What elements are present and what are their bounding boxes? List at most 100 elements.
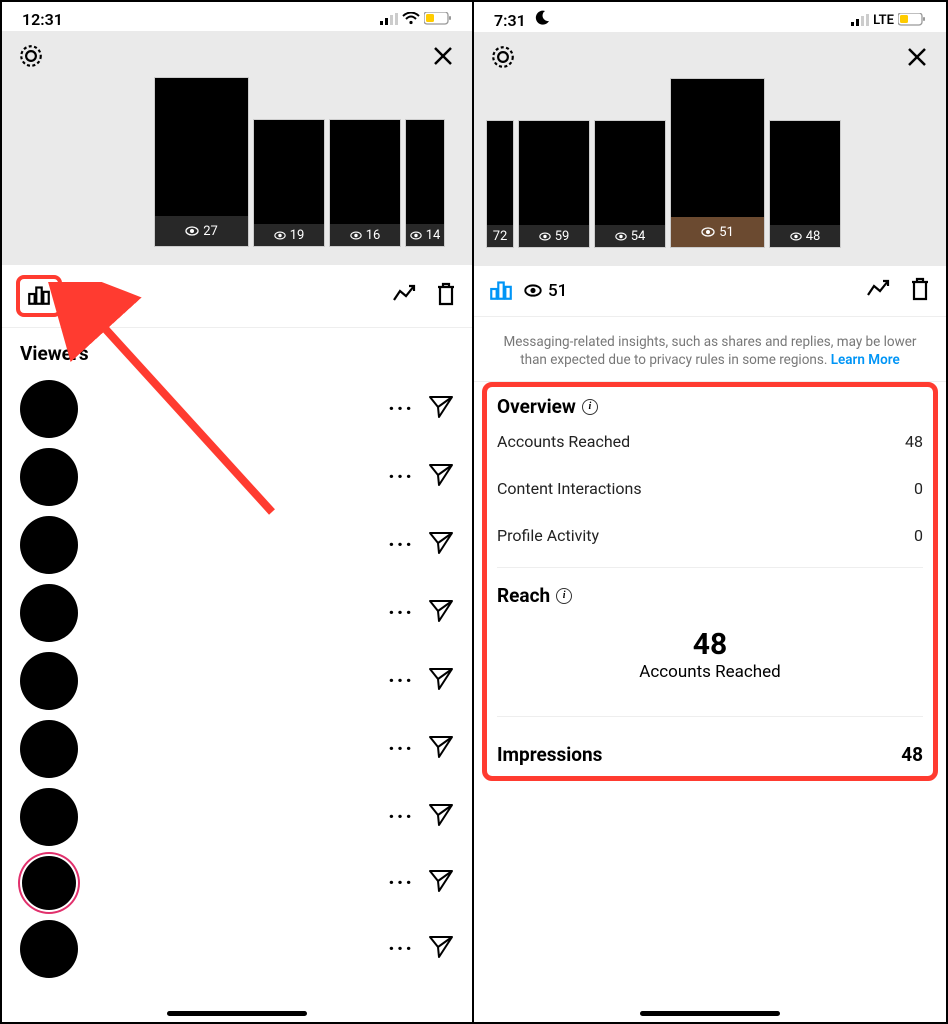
story-thumbnail[interactable]: 51 [670,78,765,248]
metric-content-interactions[interactable]: Content Interactions 0 [497,465,923,512]
story-thumbnail[interactable]: 19 [253,119,325,247]
insights-chart-icon[interactable] [488,276,514,306]
avatar[interactable] [20,448,78,506]
story-thumbnail[interactable]: 48 [769,120,841,248]
viewer-row[interactable]: ··· [20,647,454,715]
insights-chart-icon[interactable] [26,281,52,311]
stories-strip[interactable]: 72 59 54 51 48 [474,72,946,266]
send-icon[interactable] [428,531,454,559]
status-bar: 7:31 LTE [474,2,946,32]
send-icon[interactable] [428,869,454,897]
reach-summary: 48 Accounts Reached [497,607,923,686]
status-bar: 12:31 [2,2,472,31]
avatar[interactable] [22,856,76,910]
battery-icon [898,11,926,30]
viewer-row[interactable]: ··· [20,579,454,647]
viewer-row[interactable]: ··· [20,511,454,579]
promote-icon[interactable] [392,283,418,309]
more-icon[interactable]: ··· [388,397,414,422]
eye-icon [790,232,802,241]
avatar[interactable] [20,584,78,642]
send-icon[interactable] [428,463,454,491]
settings-icon[interactable] [488,42,518,72]
eye-icon [524,282,542,301]
insights-privacy-note: Messaging-related insights, such as shar… [474,317,946,382]
insights-tab-highlight [16,275,62,317]
delete-icon[interactable] [434,281,458,311]
settings-icon[interactable] [16,41,46,71]
wifi-icon [402,10,420,29]
viewer-row[interactable]: ··· [20,715,454,783]
viewers-heading: Viewers [20,342,454,365]
more-icon[interactable]: ··· [388,805,414,830]
more-icon[interactable]: ··· [388,737,414,762]
stories-header: 72 59 54 51 48 [474,32,946,266]
avatar[interactable] [20,788,78,846]
delete-icon[interactable] [908,276,932,306]
info-icon[interactable]: i [556,588,572,604]
viewer-row[interactable]: ··· [20,783,454,851]
story-thumbnail[interactable]: 59 [518,120,590,248]
moon-icon [534,10,550,30]
more-icon[interactable]: ··· [388,601,414,626]
signal-icon [851,11,869,30]
more-icon[interactable]: ··· [388,465,414,490]
send-icon[interactable] [428,803,454,831]
close-icon[interactable] [902,42,932,72]
eye-icon [185,226,199,236]
viewers-tab[interactable]: 27 [72,284,115,308]
avatar[interactable] [20,516,78,574]
more-icon[interactable]: ··· [388,937,414,962]
stories-header: 27 19 16 14 [2,31,472,265]
viewer-row[interactable]: ··· [20,915,454,983]
eye-icon [72,285,90,304]
metric-impressions[interactable]: Impressions 48 [497,725,923,772]
send-icon[interactable] [428,599,454,627]
battery-icon [424,10,452,29]
metric-accounts-reached[interactable]: Accounts Reached 48 [497,418,923,465]
more-icon[interactable]: ··· [388,669,414,694]
stories-strip[interactable]: 27 19 16 14 [152,71,472,265]
send-icon[interactable] [428,735,454,763]
clock: 7:31 [494,11,526,30]
learn-more-link[interactable]: Learn More [831,352,900,368]
more-icon[interactable]: ··· [388,871,414,896]
eye-icon [615,232,627,241]
story-thumbnail[interactable]: 54 [594,120,666,248]
metric-profile-activity[interactable]: Profile Activity 0 [497,512,923,559]
phone-screen-viewers: 12:31 27 19 [2,2,474,1022]
clock: 12:31 [22,10,63,29]
viewers-tab[interactable]: 51 [524,281,567,301]
eye-icon [274,231,286,240]
story-thumbnail[interactable]: 72 [486,120,514,248]
send-icon[interactable] [428,935,454,963]
insights-action-row: 51 [474,266,946,317]
eye-icon [539,232,551,241]
viewers-list: Viewers ··· ··· ··· ··· ··· ··· ··· ··· ··· [2,328,472,1022]
more-icon[interactable]: ··· [388,533,414,558]
send-icon[interactable] [428,395,454,423]
story-thumbnail[interactable]: 14 [405,119,445,247]
close-icon[interactable] [428,41,458,71]
insights-action-row: 27 [2,265,472,328]
story-thumbnail[interactable]: 16 [329,119,401,247]
overview-heading: Overview i [497,395,923,418]
avatar[interactable] [20,920,78,978]
eye-icon [701,227,715,237]
viewer-row[interactable]: ··· [20,443,454,511]
signal-icon [380,10,398,29]
avatar[interactable] [20,720,78,778]
viewer-row[interactable]: ··· [20,851,454,915]
info-icon[interactable]: i [582,399,598,415]
viewer-row[interactable]: ··· [20,375,454,443]
avatar[interactable] [20,652,78,710]
avatar[interactable] [20,380,78,438]
reach-heading: Reach i [497,584,923,607]
eye-icon [410,231,422,240]
network-label: LTE [873,13,894,28]
story-thumbnail[interactable]: 27 [154,77,249,247]
promote-icon[interactable] [866,278,892,304]
send-icon[interactable] [428,667,454,695]
eye-icon [350,231,362,240]
home-indicator [640,1011,780,1016]
